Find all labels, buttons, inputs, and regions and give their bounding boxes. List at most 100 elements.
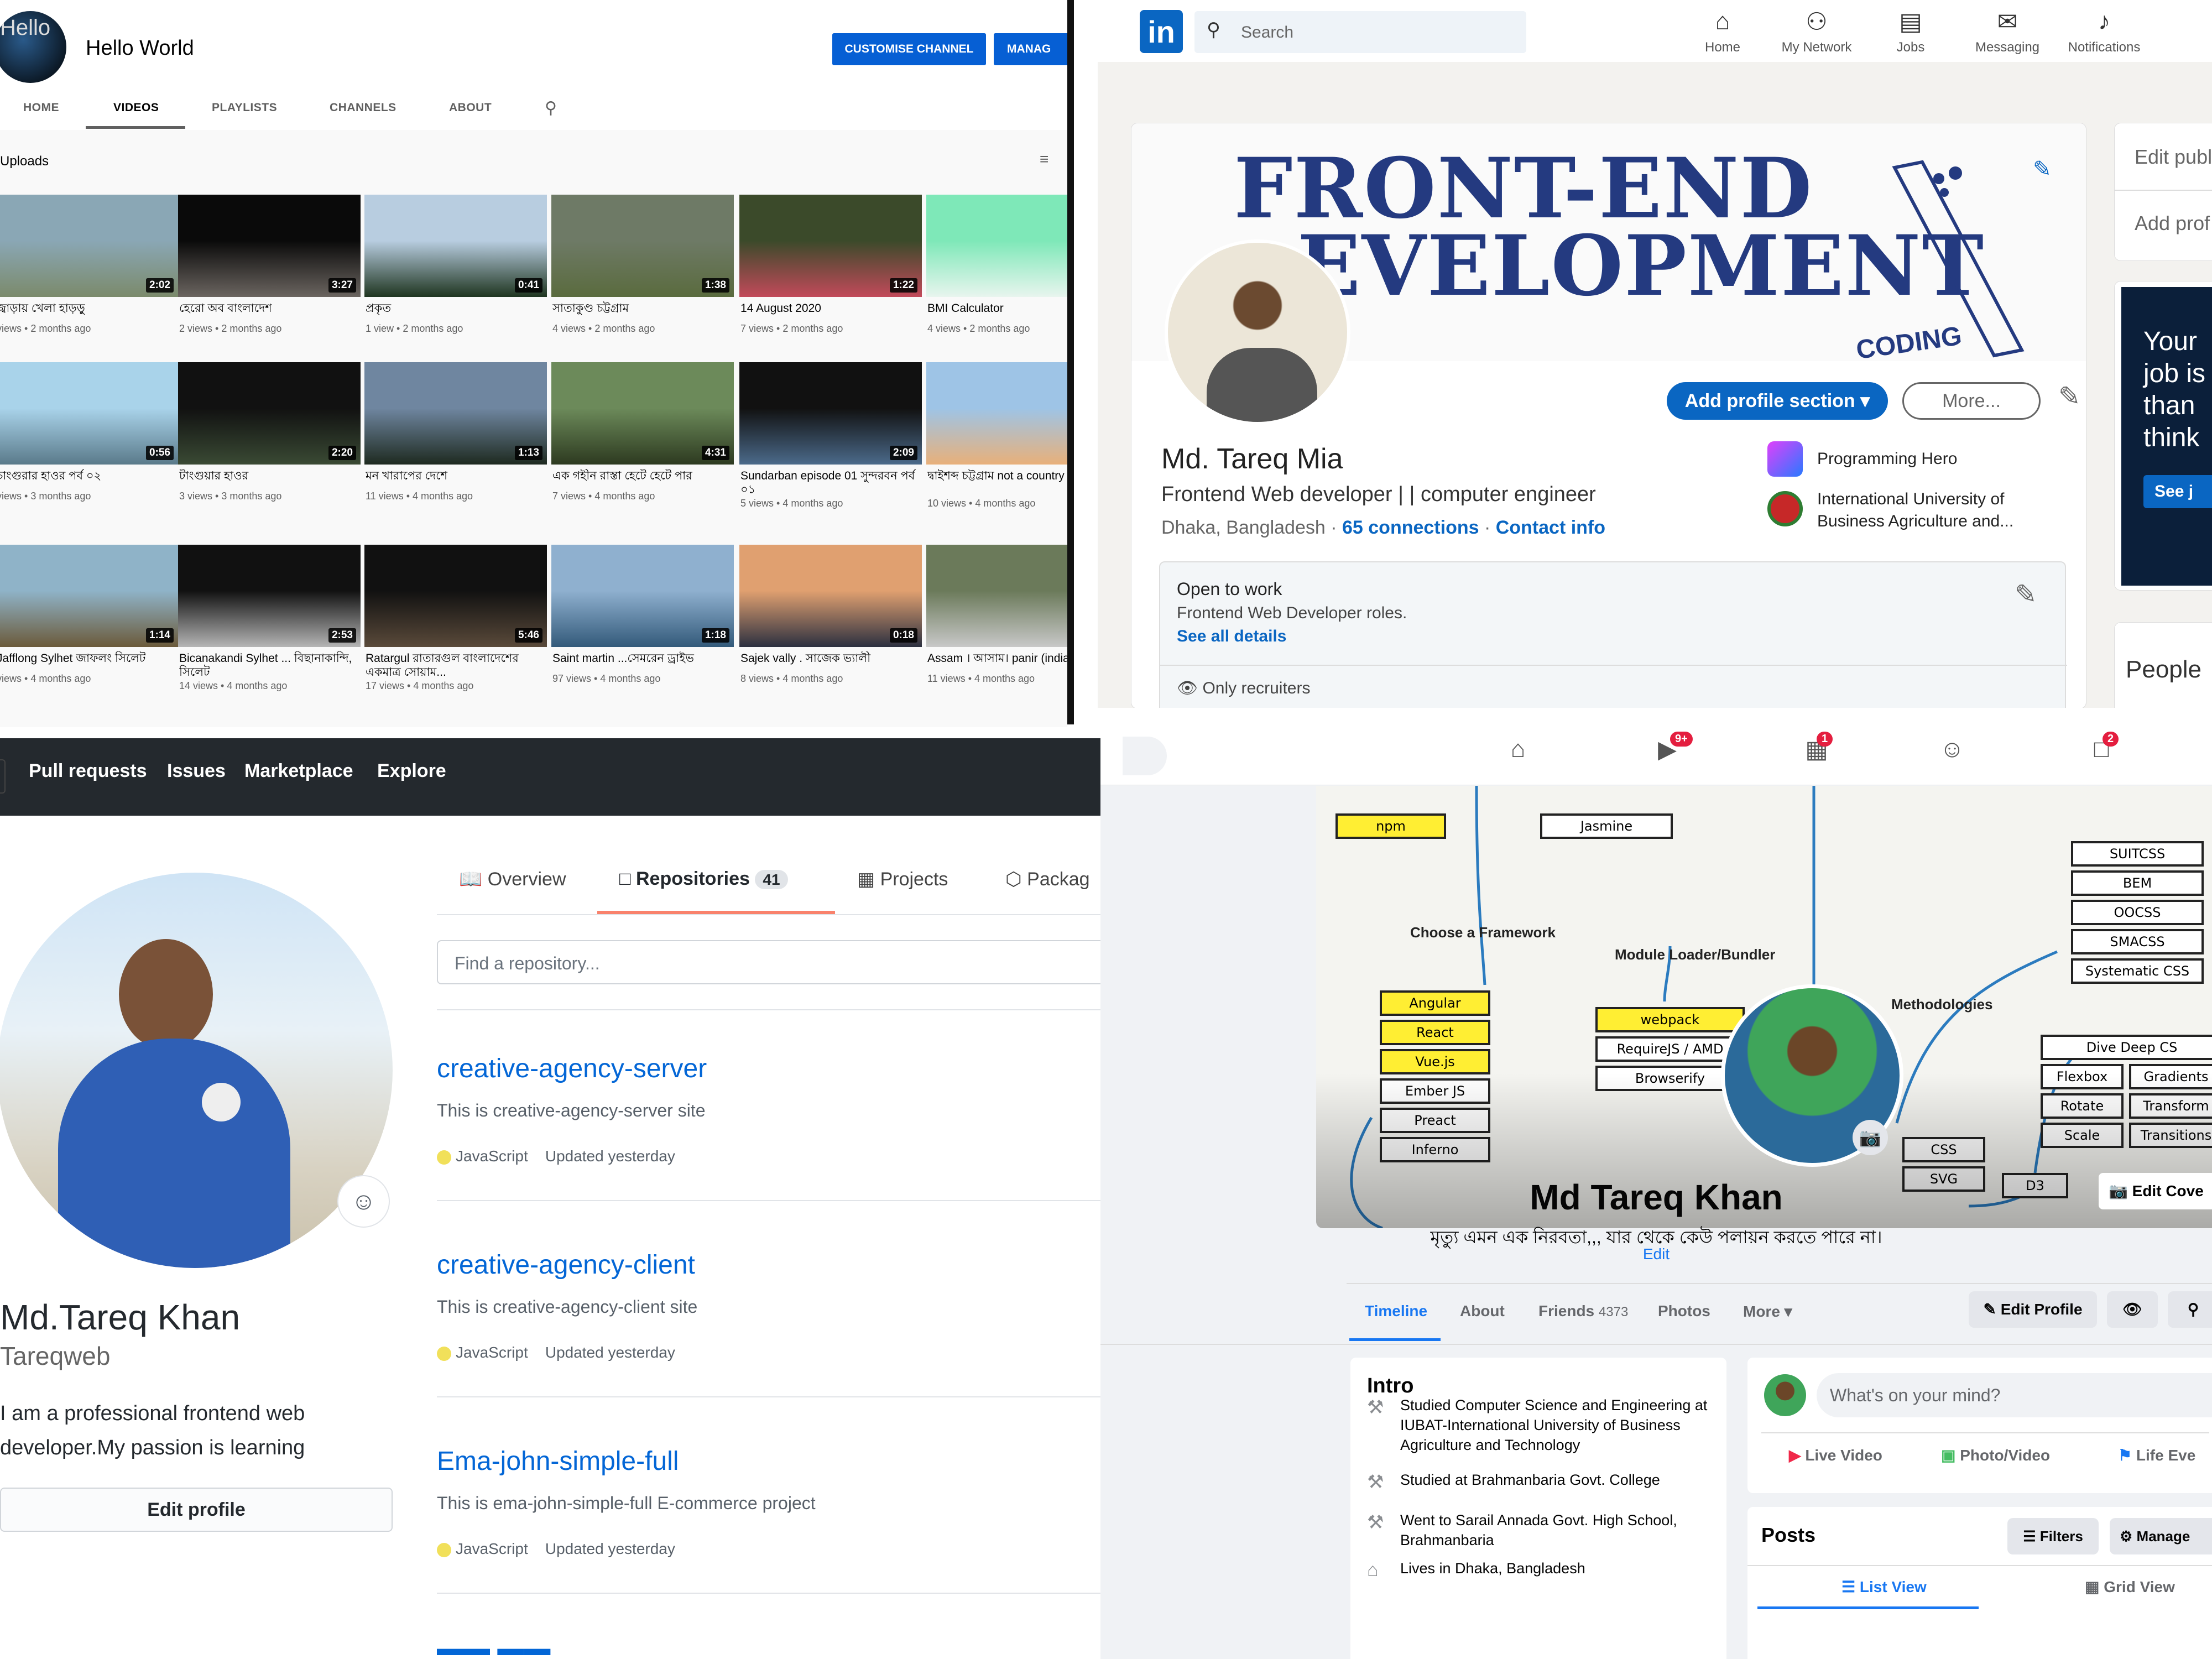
live-video-button[interactable]: ▶ Live Video xyxy=(1789,1446,1882,1464)
edit-profile-button[interactable]: Edit profile xyxy=(0,1488,393,1532)
video-thumbnail[interactable]: 3:27 xyxy=(178,195,361,297)
nav-label-jobs[interactable]: Jobs xyxy=(1866,40,1955,55)
search-icon[interactable]: ⚲ xyxy=(545,98,557,118)
find-repository-input[interactable]: Find a repository... xyxy=(437,940,1100,984)
video-thumbnail[interactable]: 1:38 xyxy=(551,195,734,297)
profile-photo[interactable] xyxy=(1165,239,1350,425)
nav-label-my-network[interactable]: My Network xyxy=(1772,40,1861,55)
video-title[interactable]: জ্বাড়ায় খেলা হাড়ড়ু xyxy=(0,301,174,315)
education-1[interactable]: International University of Business Agr… xyxy=(1817,488,2060,533)
tab-friends[interactable]: Friends 4373 xyxy=(1538,1302,1628,1320)
see-all-details-link[interactable]: See all details xyxy=(1177,627,1286,646)
video-title[interactable]: Bicanakandi Sylhet ... বিছানাকান্দি, সিল… xyxy=(179,651,356,679)
manage-videos-button[interactable]: MANAG xyxy=(994,33,1067,65)
video-thumbnail[interactable]: 0:18 xyxy=(739,545,922,647)
video-thumbnail[interactable]: 5:46 xyxy=(364,545,547,647)
add-profile-language-link[interactable]: Add prof xyxy=(2135,212,2210,235)
add-profile-section-button[interactable]: Add profile section ▾ xyxy=(1667,382,1888,420)
nav-label-notifications[interactable]: Notifications xyxy=(2060,40,2148,55)
message-icon[interactable]: ✉ xyxy=(1963,8,2052,36)
more-button[interactable]: More... xyxy=(1902,382,2041,420)
video-title[interactable]: Jafflong Sylhet জাফলং সিলেট xyxy=(0,651,174,665)
list-view-tab[interactable]: ☰ List View xyxy=(1841,1578,1927,1596)
linkedin-logo[interactable]: in xyxy=(1140,10,1183,53)
video-title[interactable]: প্রকৃত xyxy=(366,301,542,315)
home-icon[interactable]: ⌂ xyxy=(1501,735,1535,769)
edit-banner-icon[interactable]: ✎ xyxy=(2033,156,2052,182)
manage-button[interactable]: ⚙ Manage xyxy=(2110,1518,2212,1554)
video-thumbnail[interactable]: 1:22 xyxy=(739,195,922,297)
video-title[interactable]: মন খারাপের দেশে xyxy=(366,469,542,483)
edit-public-profile-link[interactable]: Edit publ xyxy=(2135,145,2212,169)
video-thumbnail[interactable] xyxy=(926,545,1067,647)
nav-marketplace[interactable]: Marketplace xyxy=(244,760,353,782)
edit-profile-button[interactable]: ✎ Edit Profile xyxy=(1969,1291,2097,1328)
video-thumbnail[interactable]: 0:56 xyxy=(0,362,178,465)
life-event-button[interactable]: ⚑ Life Eve xyxy=(2118,1446,2195,1464)
contact-info-link[interactable]: Contact info xyxy=(1496,517,1605,538)
video-title[interactable]: চাংগুরার হাওর পর্ব ০২ xyxy=(0,469,174,483)
video-thumbnail[interactable]: 1:13 xyxy=(364,362,547,465)
tab-about[interactable]: ABOUT xyxy=(449,101,492,114)
video-title[interactable]: Assam । আসাম। panir (india) xyxy=(927,651,1067,665)
video-thumbnail[interactable]: 2:02 xyxy=(0,195,178,297)
search-profile-button[interactable]: ⚲ xyxy=(2168,1291,2212,1328)
video-title[interactable]: হেরো অব বাংলাদেশ xyxy=(179,301,356,315)
nav-issues[interactable]: Issues xyxy=(167,760,226,782)
repo-name-link[interactable]: Ema-john-simple-full xyxy=(437,1446,679,1477)
edit-bio-link[interactable]: Edit xyxy=(1100,1245,2212,1263)
tab-videos[interactable]: VIDEOS xyxy=(113,101,159,114)
video-thumbnail[interactable]: 2:20 xyxy=(178,362,361,465)
video-title[interactable]: Ratargul রাতারগুল বাংলাদেশের একমাত্র সোয… xyxy=(366,651,542,679)
home-icon[interactable]: ⌂ xyxy=(1678,8,1767,35)
groups-icon[interactable]: ☺ xyxy=(1936,735,1969,769)
video-thumbnail[interactable]: 4:31 xyxy=(551,362,734,465)
video-title[interactable]: সাতাকুণ্ড চট্টগ্রাম xyxy=(552,301,729,315)
tab-projects[interactable]: ▦ Projects xyxy=(857,868,948,890)
nav-label-home[interactable]: Home xyxy=(1678,40,1767,55)
nav-label-messaging[interactable]: Messaging xyxy=(1963,40,2052,55)
status-emoji-button[interactable]: ☺ xyxy=(337,1175,390,1228)
tab-playlists[interactable]: PLAYLISTS xyxy=(212,101,277,114)
search-box-edge[interactable] xyxy=(1123,737,1167,775)
video-thumbnail[interactable]: 2:53 xyxy=(178,545,361,647)
video-thumbnail[interactable] xyxy=(926,195,1067,297)
photo-video-button[interactable]: ▣ Photo/Video xyxy=(1941,1446,2050,1464)
tab-photos[interactable]: Photos xyxy=(1658,1302,1710,1320)
whats-on-mind-input[interactable]: What's on your mind? xyxy=(1817,1373,2212,1417)
video-title[interactable]: Sundarban episode 01 সুন্দরবন পর্ব ০১ xyxy=(740,469,917,497)
video-thumbnail[interactable]: 2:09 xyxy=(739,362,922,465)
search-input[interactable]: ⚲ Search xyxy=(1194,11,1526,53)
tab-repositories[interactable]: □ Repositories 41 xyxy=(619,868,788,890)
video-thumbnail[interactable] xyxy=(926,362,1067,465)
tab-channels[interactable]: CHANNELS xyxy=(330,101,397,114)
video-title[interactable]: Saint martin ...সেমরেন ড্রাইভ xyxy=(552,651,729,665)
video-thumbnail[interactable]: 1:18 xyxy=(551,545,734,647)
video-thumbnail[interactable]: 0:41 xyxy=(364,195,547,297)
video-title[interactable]: দ্বাইশব্দ চট্টগ্রাম not a country xyxy=(927,469,1067,497)
video-title[interactable]: 14 August 2020 xyxy=(740,301,917,315)
tab-about[interactable]: About xyxy=(1460,1302,1505,1320)
connections-link[interactable]: 65 connections xyxy=(1342,517,1479,538)
grid-view-tab[interactable]: ▦ Grid View xyxy=(2085,1578,2175,1596)
tab-timeline[interactable]: Timeline xyxy=(1365,1302,1427,1320)
profile-avatar[interactable] xyxy=(0,873,393,1268)
tab-more[interactable]: More ▾ xyxy=(1743,1302,1792,1321)
experience-1[interactable]: Programming Hero xyxy=(1817,450,1957,468)
edit-intro-icon[interactable]: ✎ xyxy=(2058,381,2080,412)
video-title[interactable]: Sajek vally . সাজেক ভ্যালী xyxy=(740,651,917,665)
tab-home[interactable]: HOME xyxy=(23,101,59,114)
bell-icon[interactable]: ♪ xyxy=(2060,8,2148,35)
edit-open-to-work-icon[interactable]: ✎ xyxy=(2015,579,2037,610)
repo-name-link[interactable]: creative-agency-client xyxy=(437,1250,695,1280)
video-title[interactable]: BMI Calculator xyxy=(927,301,1067,315)
channel-avatar[interactable]: Hello xyxy=(0,11,66,83)
filters-button[interactable]: ☰ Filters xyxy=(2007,1518,2099,1554)
nav-pull-requests[interactable]: Pull requests xyxy=(29,760,147,782)
view-as-button[interactable]: 👁 xyxy=(2107,1291,2158,1328)
video-thumbnail[interactable]: 1:14 xyxy=(0,545,178,647)
repo-name-link[interactable]: creative-agency-server xyxy=(437,1053,707,1084)
tab-packages[interactable]: ⬡ Packag xyxy=(1005,868,1090,890)
search-box-edge[interactable] xyxy=(0,759,6,794)
video-title[interactable]: এক গহীন রাস্তা হেটে হেটে পার xyxy=(552,469,729,483)
